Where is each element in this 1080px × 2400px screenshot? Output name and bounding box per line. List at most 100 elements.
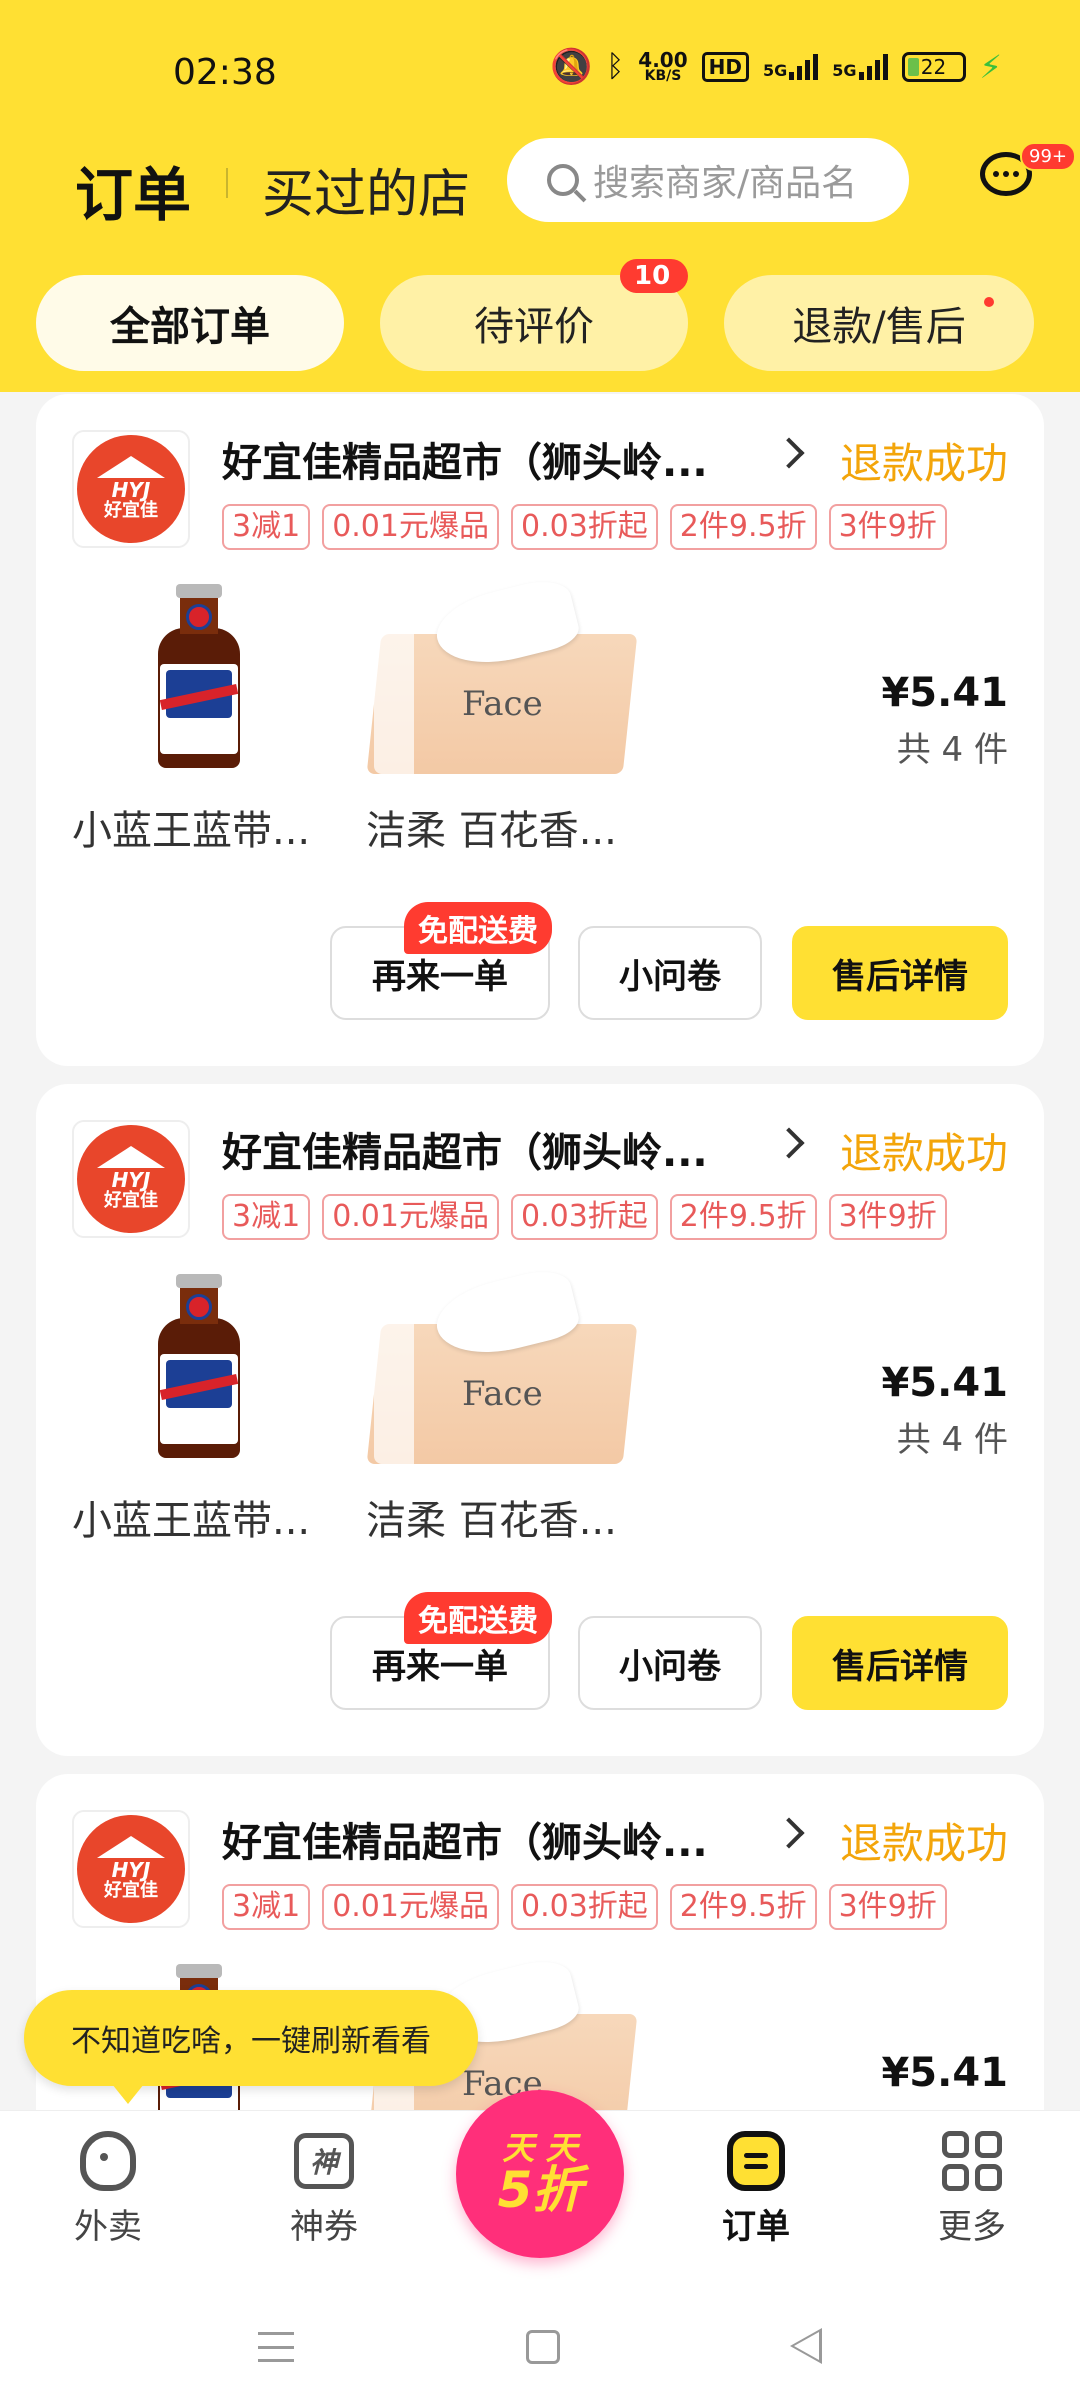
product-name: 洁柔 百花香... (366, 808, 617, 854)
promo-tag: 2件9.5折 (669, 1884, 817, 1930)
order-status: 退款成功 (839, 1819, 1008, 1868)
chevron-right-icon[interactable] (773, 1127, 805, 1159)
home-icon[interactable] (526, 2330, 560, 2364)
title-divider (226, 168, 228, 198)
order-card[interactable]: HYJ 好宜佳 好宜佳精品超市（狮头岭... 退款成功 3减1 0.01元爆品 … (36, 1084, 1044, 1756)
order-price: ¥5.41 (881, 2050, 1008, 2096)
aftersale-details-button[interactable]: 售后详情 (792, 1616, 1008, 1710)
promo-tag: 3件9折 (828, 1194, 947, 1240)
promo-tag: 0.01元爆品 (322, 1884, 499, 1930)
tab-to-review[interactable]: 待评价 10 (380, 259, 688, 371)
item-count: 共 4 件 (896, 1420, 1008, 1460)
nav-orders[interactable]: 订单 (686, 2129, 826, 2248)
aftersale-details-button[interactable]: 售后详情 (792, 926, 1008, 1020)
tissue-brand: Face (462, 1374, 543, 1414)
grid-icon (942, 2131, 1002, 2191)
order-card[interactable]: HYJ 好宜佳 好宜佳精品超市（狮头岭... 退款成功 3减1 0.01元爆品 … (36, 394, 1044, 1066)
logo-abbr: HYJ (111, 478, 151, 503)
promo-tag: 3减1 (222, 1194, 311, 1240)
daily-discount-line1: 天 天 (502, 2128, 578, 2167)
network-speed-value: 4.00 (638, 47, 688, 72)
store-logo: HYJ 好宜佳 (72, 430, 190, 548)
notification-dot (984, 297, 994, 307)
bought-stores-tab[interactable]: 买过的店 (262, 152, 470, 227)
network-speed: 4.00 KB/S (638, 47, 688, 84)
order-price: ¥5.41 (881, 670, 1008, 716)
chevron-right-icon[interactable] (773, 437, 805, 469)
store-name[interactable]: 好宜佳精品超市（狮头岭... (222, 1120, 722, 1178)
order-tabs: 全部订单 待评价 10 退款/售后 (0, 259, 1080, 373)
bluetooth-icon: ᛒ (606, 49, 625, 84)
coupon-icon-char: 神 (309, 2146, 338, 2179)
signal-label-2: 5G (832, 61, 857, 80)
promo-tag: 0.01元爆品 (322, 1194, 499, 1240)
clock: 02:38 (173, 52, 277, 93)
tab-refund-aftersale[interactable]: 退款/售后 (724, 275, 1034, 371)
daily-discount-line2: 5折 (497, 2160, 583, 2219)
search-placeholder: 搜索商家/商品名 (593, 163, 858, 204)
product-name: 小蓝王蓝带... (72, 1498, 311, 1544)
message-button[interactable]: 99+ (980, 142, 1076, 202)
charging-icon: ⚡ (979, 48, 1002, 86)
promo-tag: 2件9.5折 (669, 1194, 817, 1240)
header: 02:38 🔕 ᛒ 4.00 KB/S HD 5G 5G 22 ⚡ 订单 买过的… (0, 0, 1080, 392)
logo-abbr: HYJ (111, 1858, 151, 1883)
top-nav: 订单 买过的店 搜索商家/商品名 99+ (0, 130, 1080, 240)
status-bar: 02:38 🔕 ᛒ 4.00 KB/S HD 5G 5G 22 ⚡ (0, 40, 1080, 110)
nav-waimai[interactable]: 外卖 (38, 2129, 178, 2248)
order-price: ¥5.41 (881, 1360, 1008, 1406)
survey-button[interactable]: 小问卷 (578, 1616, 762, 1710)
promo-tags: 3减1 0.01元爆品 0.03折起 2件9.5折 3件9折 (222, 1194, 947, 1240)
survey-button[interactable]: 小问卷 (578, 926, 762, 1020)
tissue-brand: Face (462, 684, 543, 724)
signal-icon: 5G (763, 54, 819, 80)
page-title[interactable]: 订单 (75, 148, 191, 232)
review-count-badge: 10 (620, 259, 688, 293)
battery-level: 22 (920, 55, 947, 79)
tab-label: 待评价 (474, 304, 594, 350)
store-name[interactable]: 好宜佳精品超市（狮头岭... (222, 1810, 722, 1868)
promo-tag: 3件9折 (828, 1884, 947, 1930)
product-image-tissue[interactable]: Face (366, 574, 638, 784)
promo-tag: 3件9折 (828, 504, 947, 550)
daily-discount-button[interactable]: 天 天 5折 (456, 2090, 624, 2258)
product-name: 小蓝王蓝带... (72, 808, 311, 854)
network-speed-unit: KB/S (644, 67, 682, 84)
logo-name: 好宜佳 (104, 1880, 158, 1902)
nav-label: 订单 (722, 2207, 790, 2247)
system-nav-bar (0, 2280, 1080, 2400)
promo-tag: 3减1 (222, 1884, 311, 1930)
rabbit-icon (80, 2131, 136, 2191)
logo-abbr: HYJ (111, 1168, 151, 1193)
tab-label: 退款/售后 (792, 304, 966, 350)
tab-all-orders[interactable]: 全部订单 (36, 275, 344, 371)
store-logo: HYJ 好宜佳 (72, 1120, 190, 1238)
signal-icon-2: 5G (832, 54, 888, 80)
promo-tags: 3减1 0.01元爆品 0.03折起 2件9.5折 3件9折 (222, 504, 947, 550)
refresh-tooltip[interactable]: 不知道吃啥，一键刷新看看 (24, 1990, 478, 2104)
item-count: 共 4 件 (896, 730, 1008, 770)
product-image-beer[interactable] (72, 584, 322, 784)
search-input[interactable]: 搜索商家/商品名 (507, 138, 909, 222)
message-badge: 99+ (1020, 142, 1076, 171)
nav-more[interactable]: 更多 (902, 2129, 1042, 2248)
chevron-right-icon[interactable] (773, 1817, 805, 1849)
mute-icon: 🔕 (549, 47, 593, 87)
nav-shenquan[interactable]: 神 神券 (254, 2129, 394, 2248)
product-image-beer[interactable] (72, 1274, 322, 1474)
promo-tag: 2件9.5折 (669, 504, 817, 550)
hd-icon: HD (701, 52, 749, 82)
logo-name: 好宜佳 (104, 500, 158, 522)
coupon-icon: 神 (294, 2133, 354, 2189)
nav-label: 外卖 (74, 2207, 142, 2247)
back-icon[interactable] (790, 2328, 822, 2364)
recent-apps-icon[interactable] (258, 2332, 294, 2362)
product-image-tissue[interactable]: Face (366, 1264, 638, 1474)
order-icon (727, 2131, 785, 2191)
promo-tag: 0.03折起 (510, 504, 658, 550)
order-status: 退款成功 (839, 1129, 1008, 1178)
store-name[interactable]: 好宜佳精品超市（狮头岭... (222, 430, 722, 488)
nav-label: 神券 (290, 2207, 358, 2247)
promo-tag: 0.03折起 (510, 1884, 658, 1930)
order-status: 退款成功 (839, 439, 1008, 488)
